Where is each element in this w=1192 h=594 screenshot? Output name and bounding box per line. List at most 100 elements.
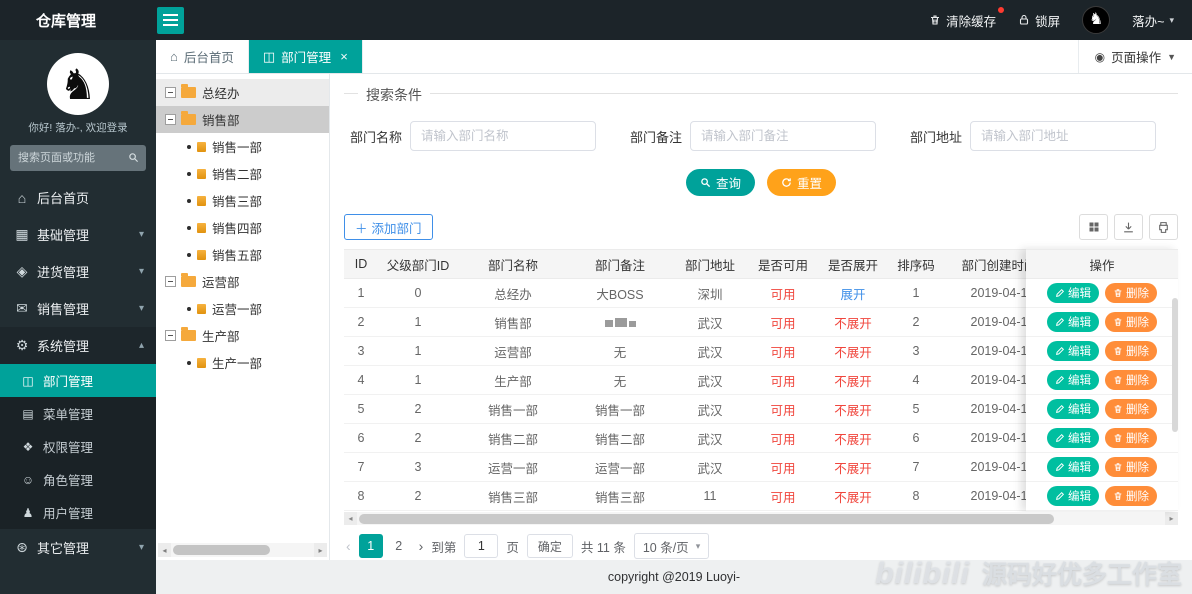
scrollbar-thumb[interactable] bbox=[359, 513, 1054, 524]
edit-button[interactable]: 编辑 bbox=[1047, 283, 1099, 303]
user-avatar[interactable]: ♞ bbox=[1082, 6, 1111, 34]
bullet-icon bbox=[187, 225, 191, 230]
dept-remark-input[interactable] bbox=[690, 121, 877, 151]
page-number-button[interactable]: 2 bbox=[387, 534, 411, 558]
tab-department[interactable]: ◫ 部门管理 × bbox=[248, 40, 363, 73]
page-size-select[interactable]: 10 条/页 ▾ bbox=[633, 533, 710, 559]
clear-cache-button[interactable]: 清除缓存 bbox=[929, 6, 1005, 30]
greeting-text: 你好! 落办-, 欢迎登录 bbox=[28, 122, 128, 134]
next-page-icon[interactable]: › bbox=[419, 538, 424, 554]
sidebar-item-home[interactable]: ⌂ 后台首页 bbox=[0, 179, 156, 216]
trash-icon bbox=[1113, 462, 1123, 472]
tree-node[interactable]: 销售四部 bbox=[156, 214, 329, 241]
cell-sort: 7 bbox=[912, 460, 920, 474]
edit-button[interactable]: 编辑 bbox=[1047, 457, 1099, 477]
sidebar-item-other[interactable]: ⊛ 其它管理 ▾ bbox=[0, 529, 156, 566]
goto-page-input[interactable] bbox=[464, 534, 499, 558]
reset-button[interactable]: 重置 bbox=[767, 169, 837, 196]
tree-node[interactable]: 销售部 bbox=[156, 106, 329, 133]
sidebar-item-sales[interactable]: ✉ 销售管理 ▾ bbox=[0, 290, 156, 327]
edit-button[interactable]: 编辑 bbox=[1047, 341, 1099, 361]
sidebar-item-department[interactable]: ◫ 部门管理 bbox=[0, 364, 156, 397]
page-number-button[interactable]: 1 bbox=[358, 534, 383, 558]
lock-screen-button[interactable]: 锁屏 bbox=[1018, 11, 1060, 30]
collapse-toggle-icon[interactable] bbox=[165, 87, 176, 98]
tree-node[interactable]: 销售一部 bbox=[156, 133, 329, 160]
sidebar-search-input[interactable] bbox=[10, 145, 146, 171]
edit-button[interactable]: 编辑 bbox=[1047, 399, 1099, 419]
sidebar-item-user[interactable]: ♟ 用户管理 bbox=[0, 496, 156, 529]
bullet-icon bbox=[187, 306, 191, 311]
dept-name-input[interactable] bbox=[410, 121, 597, 151]
tree-node[interactable]: 运营一部 bbox=[156, 295, 329, 322]
print-icon[interactable] bbox=[1149, 214, 1178, 240]
delete-button[interactable]: 删除 bbox=[1105, 428, 1157, 448]
cell-usable: 可用 bbox=[770, 287, 796, 302]
table-vertical-scrollbar[interactable] bbox=[1172, 280, 1178, 510]
delete-button[interactable]: 删除 bbox=[1105, 399, 1157, 419]
cell-sort: 8 bbox=[912, 489, 920, 503]
collapse-toggle-icon[interactable] bbox=[165, 276, 176, 287]
edit-button[interactable]: 编辑 bbox=[1047, 428, 1099, 448]
sidebar-item-role[interactable]: ☺ 角色管理 bbox=[0, 463, 156, 496]
edit-button[interactable]: 编辑 bbox=[1047, 370, 1099, 390]
trash-icon bbox=[1113, 491, 1123, 501]
tree-horizontal-scrollbar[interactable]: ◂ ▸ bbox=[158, 543, 327, 557]
cell-address: 武汉 bbox=[697, 403, 723, 418]
delete-button[interactable]: 删除 bbox=[1105, 341, 1157, 361]
user-menu[interactable]: 落办~ ▾ bbox=[1132, 11, 1174, 30]
trash-icon bbox=[1113, 433, 1123, 443]
tab-home[interactable]: ⌂ 后台首页 bbox=[156, 40, 249, 73]
tree-node[interactable]: 销售二部 bbox=[156, 160, 329, 187]
footer: copyright @2019 Luoyi- bbox=[156, 560, 1192, 594]
page-actions-dropdown[interactable]: ◉ 页面操作 ▼ bbox=[1077, 40, 1192, 73]
tree-node[interactable]: 生产一部 bbox=[156, 349, 329, 376]
edit-icon bbox=[1055, 491, 1065, 501]
close-icon[interactable]: × bbox=[340, 49, 348, 64]
collapse-toggle-icon[interactable] bbox=[165, 330, 176, 341]
table-horizontal-scrollbar[interactable]: ◂ ▸ bbox=[344, 512, 1178, 525]
folder-icon bbox=[181, 111, 196, 125]
sidebar-item-permission[interactable]: ❖ 权限管理 bbox=[0, 430, 156, 463]
tree-node[interactable]: 总经办 bbox=[156, 79, 329, 106]
edit-button[interactable]: 编辑 bbox=[1047, 312, 1099, 332]
confirm-button[interactable]: 确定 bbox=[526, 534, 573, 558]
scroll-right-icon[interactable]: ▸ bbox=[314, 543, 327, 557]
edit-icon bbox=[1055, 462, 1065, 472]
sidebar-item-menu[interactable]: ▤ 菜单管理 bbox=[0, 397, 156, 430]
sidebar-item-basic[interactable]: ▦ 基础管理 ▾ bbox=[0, 216, 156, 253]
prev-page-icon[interactable]: ‹ bbox=[346, 538, 351, 554]
sidebar-item-purchase[interactable]: ◈ 进货管理 ▾ bbox=[0, 253, 156, 290]
scroll-left-icon[interactable]: ◂ bbox=[344, 512, 357, 525]
sidebar-toggle-button[interactable] bbox=[157, 6, 184, 34]
dept-address-input[interactable] bbox=[970, 121, 1157, 151]
scrollbar-thumb[interactable] bbox=[173, 545, 271, 555]
cell-name: 销售二部 bbox=[487, 432, 538, 447]
sidebar-item-label: 部门管理 bbox=[43, 375, 94, 389]
delete-button[interactable]: 删除 bbox=[1105, 283, 1157, 303]
collapse-toggle-icon[interactable] bbox=[165, 114, 176, 125]
tree-node[interactable]: 销售三部 bbox=[156, 187, 329, 214]
tree-node[interactable]: 运营部 bbox=[156, 268, 329, 295]
sidebar-submenu: ◫ 部门管理 ▤ 菜单管理 ❖ 权限管理 ☺ 角色管理 ♟ 用户管理 bbox=[0, 364, 156, 529]
columns-icon[interactable] bbox=[1079, 214, 1108, 240]
tree-node[interactable]: 生产部 bbox=[156, 322, 329, 349]
scroll-right-icon[interactable]: ▸ bbox=[1165, 512, 1178, 525]
table-action-column: 操作 编辑 删除 编辑 删除 编辑 删除 编辑 删除 编辑 删除 编辑 删除 编辑 删除 编辑 删除 bbox=[1026, 249, 1178, 511]
edit-button[interactable]: 编辑 bbox=[1047, 486, 1099, 506]
cell-sort: 4 bbox=[912, 373, 920, 387]
horse-icon: ♞ bbox=[1088, 11, 1104, 28]
export-icon[interactable] bbox=[1114, 214, 1143, 240]
delete-button[interactable]: 删除 bbox=[1105, 457, 1157, 477]
delete-button[interactable]: 删除 bbox=[1105, 370, 1157, 390]
add-department-button[interactable]: ＋ 添加部门 bbox=[344, 214, 433, 240]
query-button[interactable]: 查询 bbox=[685, 169, 755, 196]
trash-icon bbox=[929, 14, 941, 26]
scrollbar-thumb[interactable] bbox=[1172, 298, 1178, 432]
delete-button[interactable]: 删除 bbox=[1105, 312, 1157, 332]
cell-remark: 大BOSS bbox=[596, 287, 644, 302]
scroll-left-icon[interactable]: ◂ bbox=[158, 543, 171, 557]
tree-node[interactable]: 销售五部 bbox=[156, 241, 329, 268]
delete-button[interactable]: 删除 bbox=[1105, 486, 1157, 506]
sidebar-item-system[interactable]: ⚙ 系统管理 ▴ bbox=[0, 327, 156, 364]
